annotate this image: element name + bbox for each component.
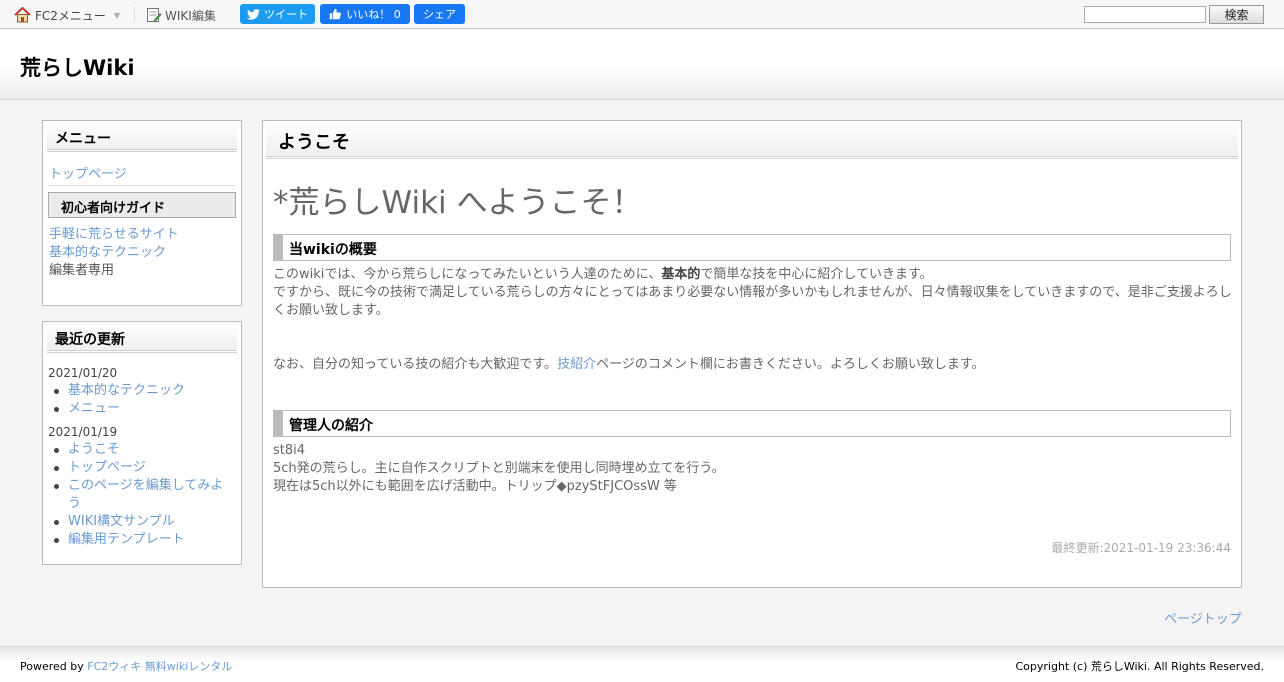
overview-paragraph-3: なお、自分の知っている技の紹介も大歓迎です。技紹介ページのコメント欄にお書きくだ… (273, 356, 1233, 374)
wiki-edit-link[interactable]: WIKI編集 (146, 6, 216, 24)
wiki-edit-label: WIKI編集 (165, 8, 216, 23)
admin-description-2: 現在は5ch以外にも範囲を広げ活動中。トリップ◆pzyStFJCOssW 等 (273, 479, 677, 494)
chevron-down-icon: ▼ (113, 10, 121, 20)
fc2-toolbar: FC2メニュー ▼ WIKI編集 ツイート いいね！ 0 シェア 検索 (0, 0, 1284, 29)
search-input[interactable] (1084, 6, 1206, 23)
sidebar-editor-only: 編集者専用 (49, 263, 115, 278)
sidebar-menu: メニュー トップページ 初心者向けガイド 手軽に荒らせるサイト 基本的なテクニッ… (42, 120, 242, 306)
text: なお、自分の知っている技の紹介も大歓迎です。 (273, 357, 558, 372)
site-header: 荒らしWiki (0, 30, 1284, 100)
update-item[interactable]: このページを編集してみよう (54, 477, 233, 513)
home-icon (14, 7, 31, 23)
update-item[interactable]: トップページ (54, 459, 233, 477)
sidebar-menu-title: メニュー (47, 121, 237, 152)
share-label: シェア (423, 8, 456, 21)
powered-prefix: Powered by (20, 660, 84, 673)
technique-intro-link[interactable]: 技紹介 (557, 357, 596, 372)
fc2-menu[interactable]: FC2メニュー ▼ (14, 6, 120, 24)
divider (48, 185, 236, 186)
update-item[interactable]: 基本的なテクニック (54, 382, 233, 400)
like-button[interactable]: いいね！ 0 (320, 4, 410, 24)
site-title[interactable]: 荒らしWiki (20, 52, 135, 82)
text: で簡単な技を中心に紹介していきます。 (700, 267, 933, 282)
main-content: ようこそ *荒らしWiki へようこそ！ 当wikiの概要 このwikiでは、今… (262, 120, 1242, 588)
admin-heading: 管理人の紹介 (273, 410, 1231, 437)
powered-by: Powered by FC2ウィキ 無料wikiレンタル (20, 658, 232, 674)
copyright: Copyright (c) 荒らしWiki. All Rights Reserv… (1015, 660, 1264, 673)
fc2-wiki-link[interactable]: FC2ウィキ 無料wikiレンタル (87, 660, 232, 673)
update-item[interactable]: WIKI構文サンプル (54, 513, 233, 531)
update-date: 2021/01/20 (48, 366, 118, 380)
sidebar-item-basic-techniques[interactable]: 基本的なテクニック (49, 241, 166, 260)
overview-paragraph-1: このwikiでは、今から荒らしになってみたいという人達のために、基本的で簡単な技… (273, 266, 1233, 284)
thumbs-up-icon (330, 8, 342, 20)
share-button[interactable]: シェア (414, 4, 465, 24)
page-title: ようこそ (266, 121, 1238, 159)
update-item[interactable]: メニュー (54, 400, 233, 418)
edit-icon (147, 8, 162, 22)
tweet-label: ツイート (264, 8, 308, 21)
beginner-guide-heading: 初心者向けガイド (48, 192, 236, 218)
divider (134, 7, 135, 22)
sidebar-item-easy-sites[interactable]: 手軽に荒らせるサイト (49, 223, 179, 242)
twitter-bird-icon (247, 8, 260, 20)
tweet-button[interactable]: ツイート (240, 4, 315, 24)
footer: Powered by FC2ウィキ 無料wikiレンタル Copyright (… (0, 646, 1284, 682)
search-button[interactable]: 検索 (1209, 5, 1264, 24)
recent-updates-title: 最近の更新 (47, 322, 237, 353)
recent-updates: 最近の更新 2021/01/20 基本的なテクニック メニュー 2021/01/… (42, 321, 242, 565)
fc2-menu-label: FC2メニュー (35, 8, 106, 23)
text: このwikiでは、今から荒らしになってみたいという人達のために、 (273, 267, 662, 282)
last-updated: 最終更新:2021-01-19 23:36:44 (1051, 541, 1232, 555)
admin-name: st8i4 (273, 443, 306, 458)
update-item[interactable]: 編集用テンプレート (54, 531, 233, 549)
bold-text: 基本的 (661, 267, 701, 282)
page-heading: *荒らしWiki へようこそ！ (273, 185, 643, 221)
page-top-link[interactable]: ページトップ (1164, 608, 1242, 627)
search-button-label: 検索 (1224, 8, 1249, 22)
sidebar-item-top-page[interactable]: トップページ (49, 163, 127, 182)
update-date: 2021/01/19 (48, 425, 118, 439)
update-item[interactable]: ようこそ (54, 441, 233, 459)
text: ページのコメント欄にお書きください。よろしくお願い致します。 (596, 357, 985, 372)
like-label: いいね！ 0 (346, 8, 401, 21)
overview-paragraph-2: ですから、既に今の技術で満足している荒らしの方々にとってはあまり必要ない情報が多… (273, 285, 1232, 318)
admin-description-1: 5ch発の荒らし。主に自作スクリプトと別端末を使用し同時埋め立てを行う。 (273, 461, 725, 476)
overview-heading: 当wikiの概要 (273, 234, 1231, 261)
